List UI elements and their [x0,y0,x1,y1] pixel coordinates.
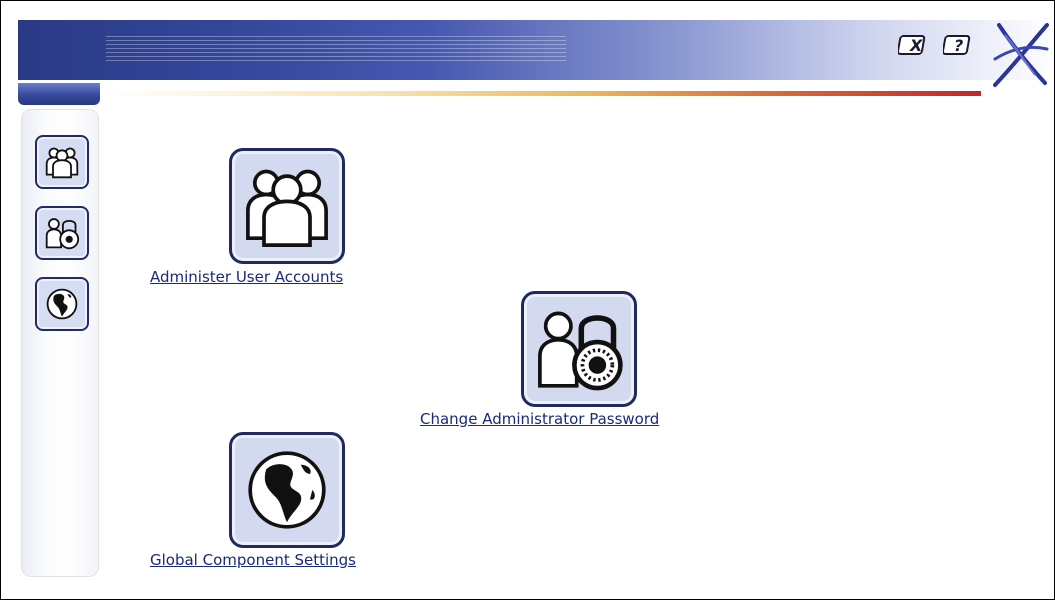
administer-users-icon-button[interactable] [229,148,345,264]
help-icon: ? [943,35,971,55]
change-password-link[interactable]: Change Administrator Password [420,410,659,428]
sidebar-item-password[interactable] [35,206,89,260]
close-icon: X [898,35,926,55]
administer-users-link[interactable]: Administer User Accounts [150,268,343,286]
sidebar-item-global[interactable] [35,277,89,331]
sidebar-item-users[interactable] [35,135,89,189]
app-window: X ? Administer User Accounts Change Admi… [0,0,1055,600]
close-button-label: X [909,36,923,55]
global-settings-icon-button[interactable] [229,432,345,548]
help-button[interactable]: ? [943,34,973,56]
banner-stripes [106,36,566,64]
globe-icon [248,451,326,529]
user-lock-icon [538,311,623,391]
globe-icon [46,288,78,320]
change-password-icon-button[interactable] [521,291,637,407]
users-group-icon [45,147,79,179]
global-settings-link[interactable]: Global Component Settings [150,551,356,569]
sidebar-header [18,83,100,105]
help-button-label: ? [954,36,963,55]
header-accent-line [101,91,981,96]
user-lock-icon [45,218,80,250]
sidebar [21,109,99,577]
x-star-logo-icon [989,19,1051,91]
users-group-icon [246,169,328,247]
close-button[interactable]: X [898,34,928,56]
